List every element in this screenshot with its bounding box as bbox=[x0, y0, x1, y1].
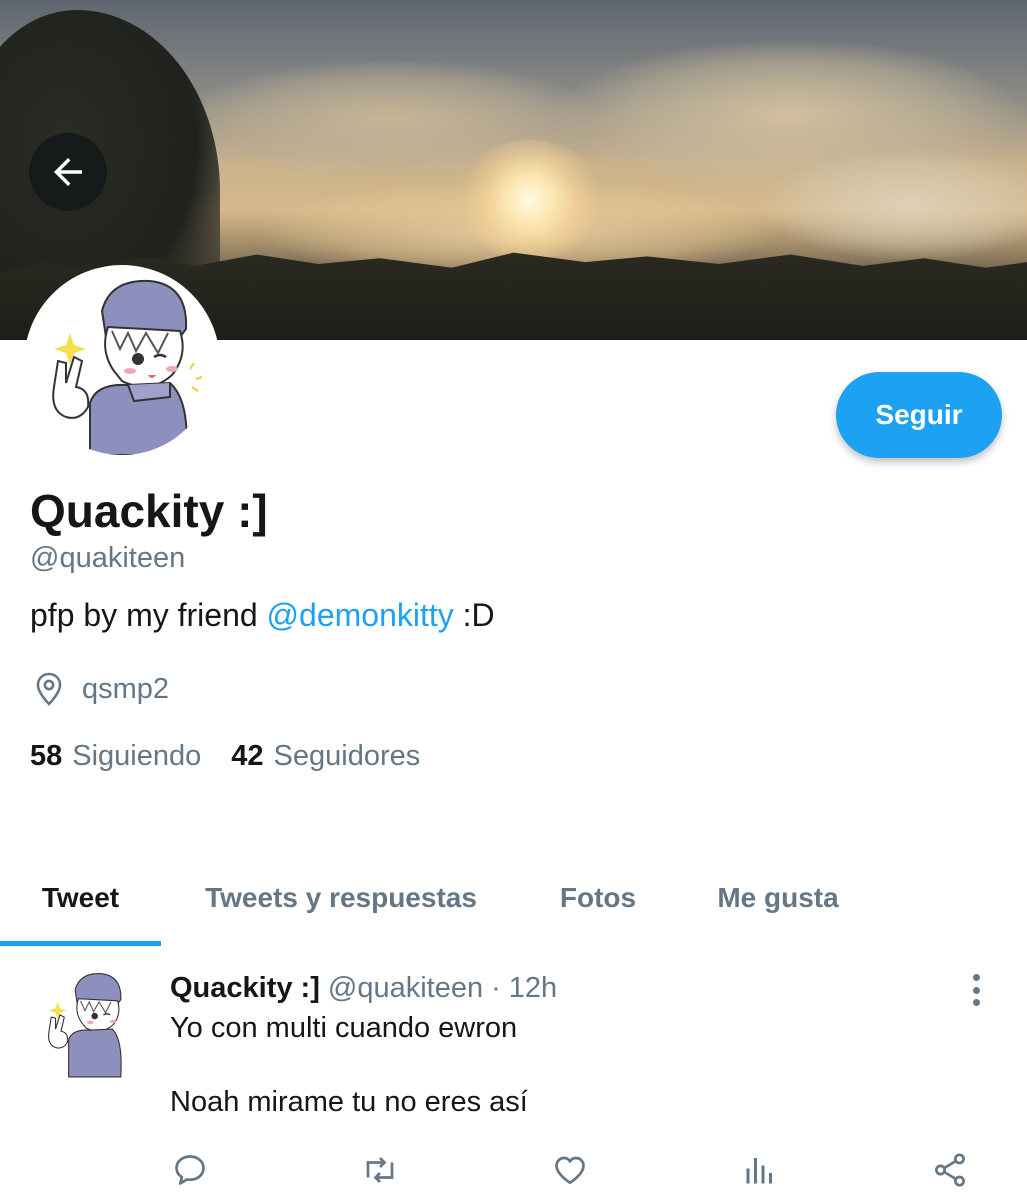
tweet-separator: · bbox=[491, 972, 501, 1004]
retweet-button[interactable] bbox=[358, 1148, 402, 1192]
followers-label: Seguidores bbox=[273, 740, 421, 772]
following-label: Siguiendo bbox=[72, 740, 202, 772]
following-stat[interactable]: 58 Siguiendo bbox=[30, 740, 201, 773]
tab-me-gusta[interactable]: Me gusta bbox=[675, 850, 881, 946]
tweet-timestamp[interactable]: 12h bbox=[509, 972, 557, 1005]
share-button[interactable] bbox=[928, 1148, 972, 1192]
tweet-text-line-1: Yo con multi cuando ewron bbox=[170, 1012, 518, 1044]
like-icon bbox=[555, 1156, 585, 1185]
tweet-actions bbox=[0, 1148, 1027, 1192]
tweet-text-line-2: Noah mirame tu no eres así bbox=[170, 1086, 528, 1118]
profile-bio: pfp by my friend @demonkitty :D bbox=[30, 597, 495, 634]
reply-icon bbox=[175, 1155, 205, 1185]
tweet-author-name[interactable]: Quackity :] bbox=[170, 972, 320, 1005]
location-text: qsmp2 bbox=[82, 672, 170, 705]
tab-tweet[interactable]: Tweet bbox=[0, 850, 161, 946]
back-button[interactable] bbox=[29, 133, 107, 211]
analytics-icon bbox=[746, 1158, 772, 1184]
like-button[interactable] bbox=[548, 1148, 592, 1192]
reply-button[interactable] bbox=[168, 1148, 212, 1192]
bio-text-suffix: :D bbox=[453, 597, 495, 633]
following-count: 58 bbox=[30, 740, 63, 772]
location-pin-icon bbox=[36, 672, 62, 706]
profile-avatar[interactable] bbox=[24, 265, 220, 461]
profile-handle: @quakiteen bbox=[30, 542, 186, 574]
avatar-drawing bbox=[30, 271, 214, 455]
tweet-avatar[interactable] bbox=[36, 968, 136, 1088]
more-options-icon[interactable] bbox=[958, 970, 994, 1010]
profile-name: Quackity :] bbox=[30, 485, 268, 537]
bio-text-prefix: pfp by my friend bbox=[30, 597, 267, 633]
retweet-icon bbox=[366, 1157, 394, 1183]
sun bbox=[455, 140, 605, 260]
profile-tabs: Tweet Tweets y respuestas Fotos Me gusta bbox=[0, 850, 1027, 946]
analytics-button[interactable] bbox=[738, 1148, 782, 1192]
share-icon bbox=[935, 1153, 965, 1187]
followers-count: 42 bbox=[231, 740, 264, 772]
back-arrow-icon bbox=[54, 158, 82, 186]
profile-stats: 58 Siguiendo 42 Seguidores bbox=[30, 740, 420, 773]
tweet-avatar-drawing bbox=[36, 968, 136, 1088]
tab-tweets-y-respuestas[interactable]: Tweets y respuestas bbox=[161, 850, 521, 946]
tab-fotos[interactable]: Fotos bbox=[521, 850, 675, 946]
profile-location: qsmp2 bbox=[30, 668, 169, 710]
tweet-header: Quackity :] @quakiteen · 12h bbox=[170, 972, 557, 1005]
follow-button[interactable]: Seguir bbox=[836, 372, 1002, 458]
tweet-author-handle[interactable]: @quakiteen bbox=[328, 972, 483, 1005]
bio-mention-link[interactable]: @demonkitty bbox=[267, 597, 454, 633]
followers-stat[interactable]: 42 Seguidores bbox=[231, 740, 420, 773]
